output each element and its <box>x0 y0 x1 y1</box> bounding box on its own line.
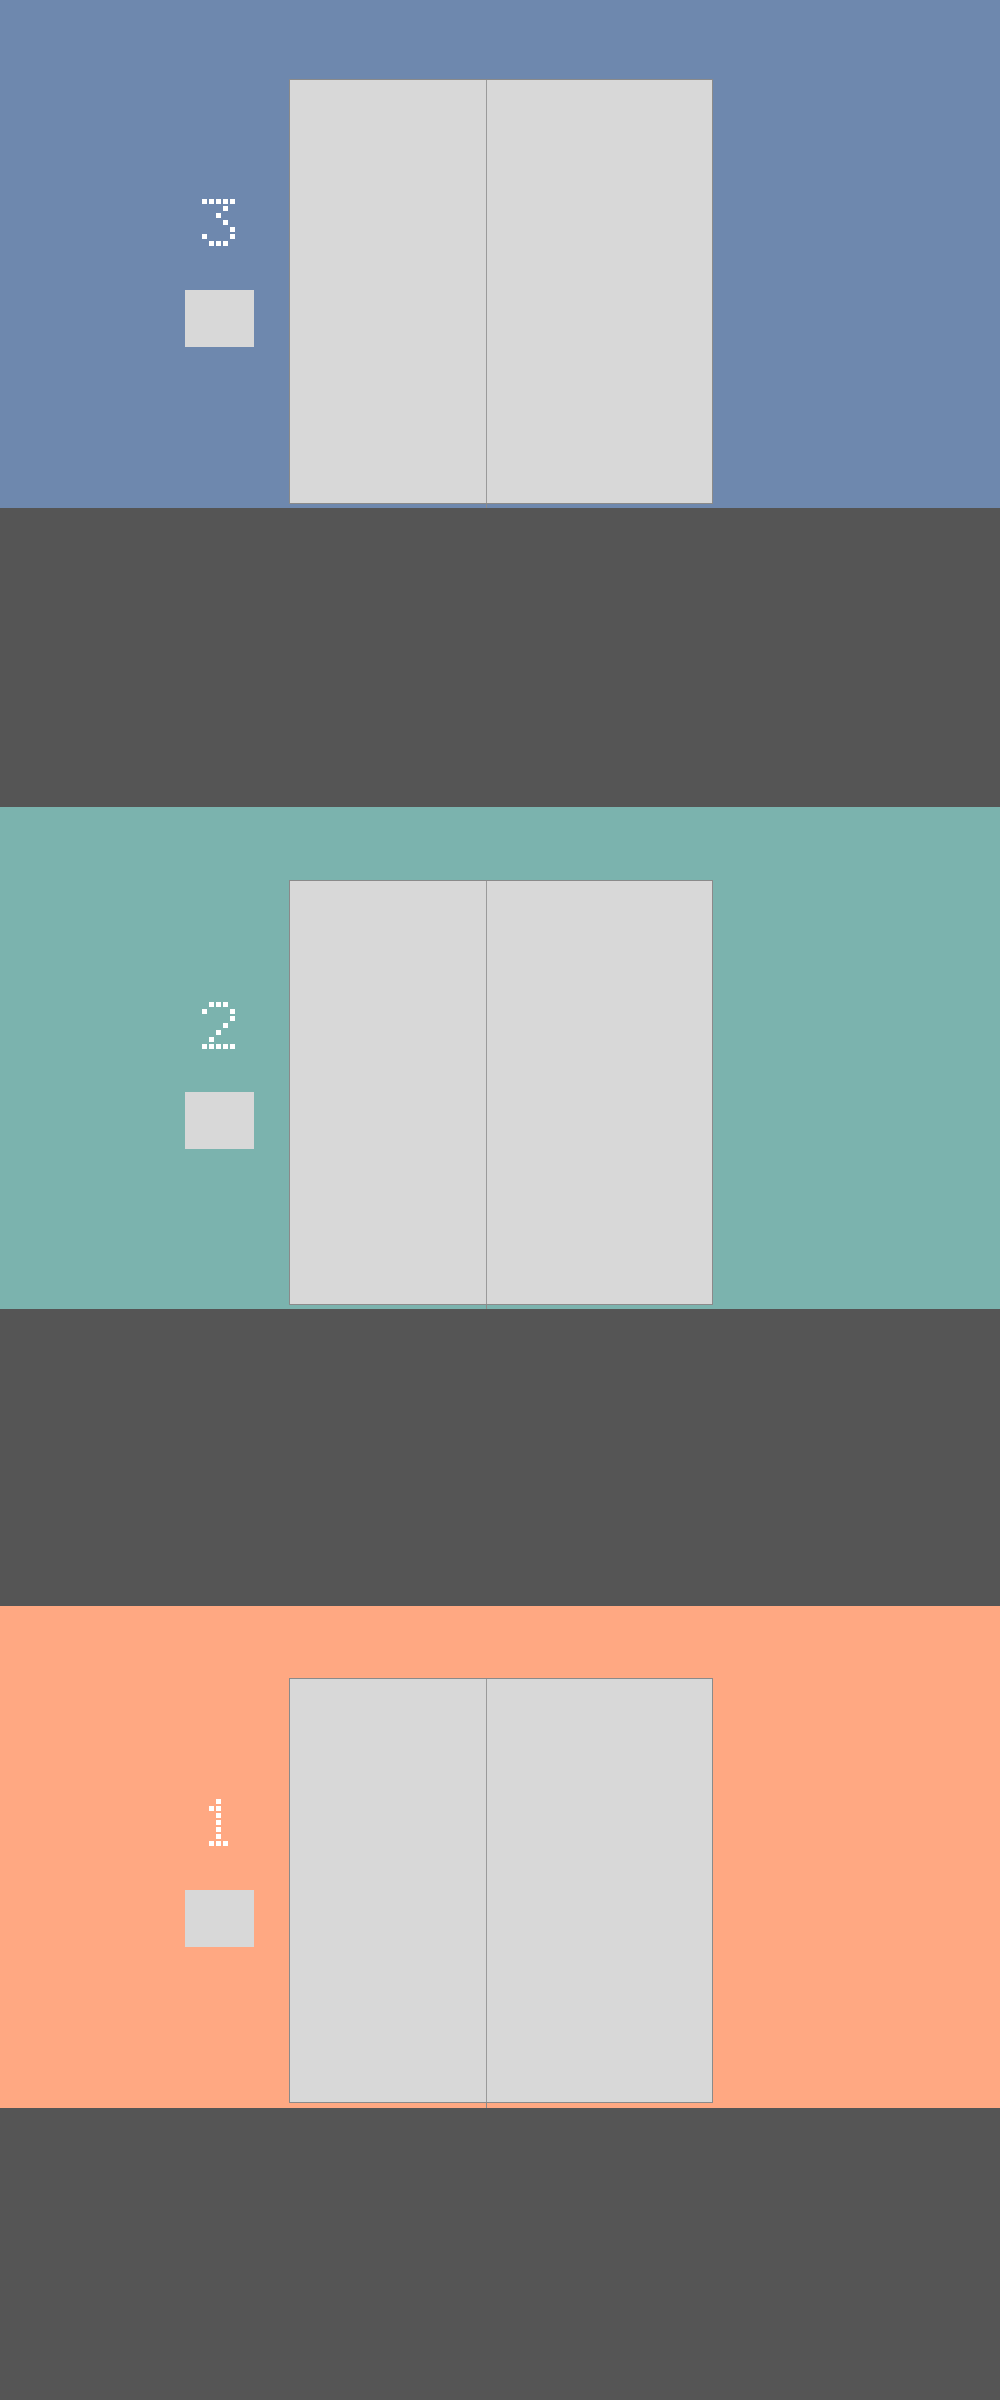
call-button-floor-2[interactable] <box>185 1092 254 1149</box>
shaft-gap <box>0 2108 1000 2400</box>
digit-pixel <box>216 1841 221 1846</box>
digit-pixel <box>223 220 228 225</box>
digit-pixel <box>223 1002 228 1007</box>
digit-pixel <box>209 199 214 204</box>
digit-pixel <box>223 1023 228 1028</box>
digit-pixel <box>216 1044 221 1049</box>
digit-pixel <box>216 1827 221 1832</box>
digit-pixel <box>216 213 221 218</box>
call-button-floor-1[interactable] <box>185 1890 254 1947</box>
digit-pixel <box>216 1002 221 1007</box>
door-leaf-right <box>487 80 712 503</box>
digit-pixel <box>230 1016 235 1021</box>
digit-pixel <box>209 241 214 246</box>
digit-pixel <box>223 206 228 211</box>
door-leaf-left <box>290 881 487 1304</box>
elevator-game: 3 2 1 <box>0 0 1000 2400</box>
elevator-door-floor-1 <box>289 1678 713 2108</box>
digit-pixel <box>223 241 228 246</box>
elevator-door-floor-2 <box>289 880 713 1310</box>
shaft-gap <box>0 1309 1000 1606</box>
pixel-digit-icon <box>209 1799 228 1846</box>
digit-pixel <box>202 199 207 204</box>
door-leaf-left <box>290 80 487 503</box>
digit-pixel <box>216 241 221 246</box>
digit-pixel <box>230 1044 235 1049</box>
digit-pixel <box>230 199 235 204</box>
call-button-floor-3[interactable] <box>185 290 254 347</box>
floor-2: 2 <box>0 807 1000 1310</box>
floor-3: 3 <box>0 0 1000 509</box>
floor-number-1: 1 <box>200 1798 240 1848</box>
floor-1: 1 <box>0 1606 1000 2108</box>
digit-pixel <box>216 199 221 204</box>
digit-pixel <box>216 1799 221 1804</box>
floor-number-2: 2 <box>200 1001 240 1051</box>
digit-pixel <box>230 1009 235 1014</box>
digit-pixel <box>202 1009 207 1014</box>
digit-pixel <box>209 1806 214 1811</box>
digit-pixel <box>202 1044 207 1049</box>
digit-pixel <box>223 1841 228 1846</box>
elevator-door-floor-3 <box>289 79 713 509</box>
digit-pixel <box>223 1044 228 1049</box>
digit-pixel <box>230 234 235 239</box>
door-leaf-right <box>487 881 712 1304</box>
digit-pixel <box>223 199 228 204</box>
floor-number-3: 3 <box>200 198 240 248</box>
digit-pixel <box>216 1030 221 1035</box>
digit-pixel <box>216 1813 221 1818</box>
digit-pixel <box>209 1037 214 1042</box>
pixel-digit-icon <box>202 199 235 246</box>
digit-pixel <box>209 1002 214 1007</box>
pixel-digit-icon <box>202 1002 235 1049</box>
door-leaf-right <box>487 1679 712 2102</box>
digit-pixel <box>202 234 207 239</box>
digit-pixel <box>230 227 235 232</box>
shaft-gap <box>0 508 1000 807</box>
digit-pixel <box>209 1841 214 1846</box>
digit-pixel <box>216 1834 221 1839</box>
digit-pixel <box>216 1820 221 1825</box>
door-leaf-left <box>290 1679 487 2102</box>
digit-pixel <box>216 1806 221 1811</box>
digit-pixel <box>209 1044 214 1049</box>
